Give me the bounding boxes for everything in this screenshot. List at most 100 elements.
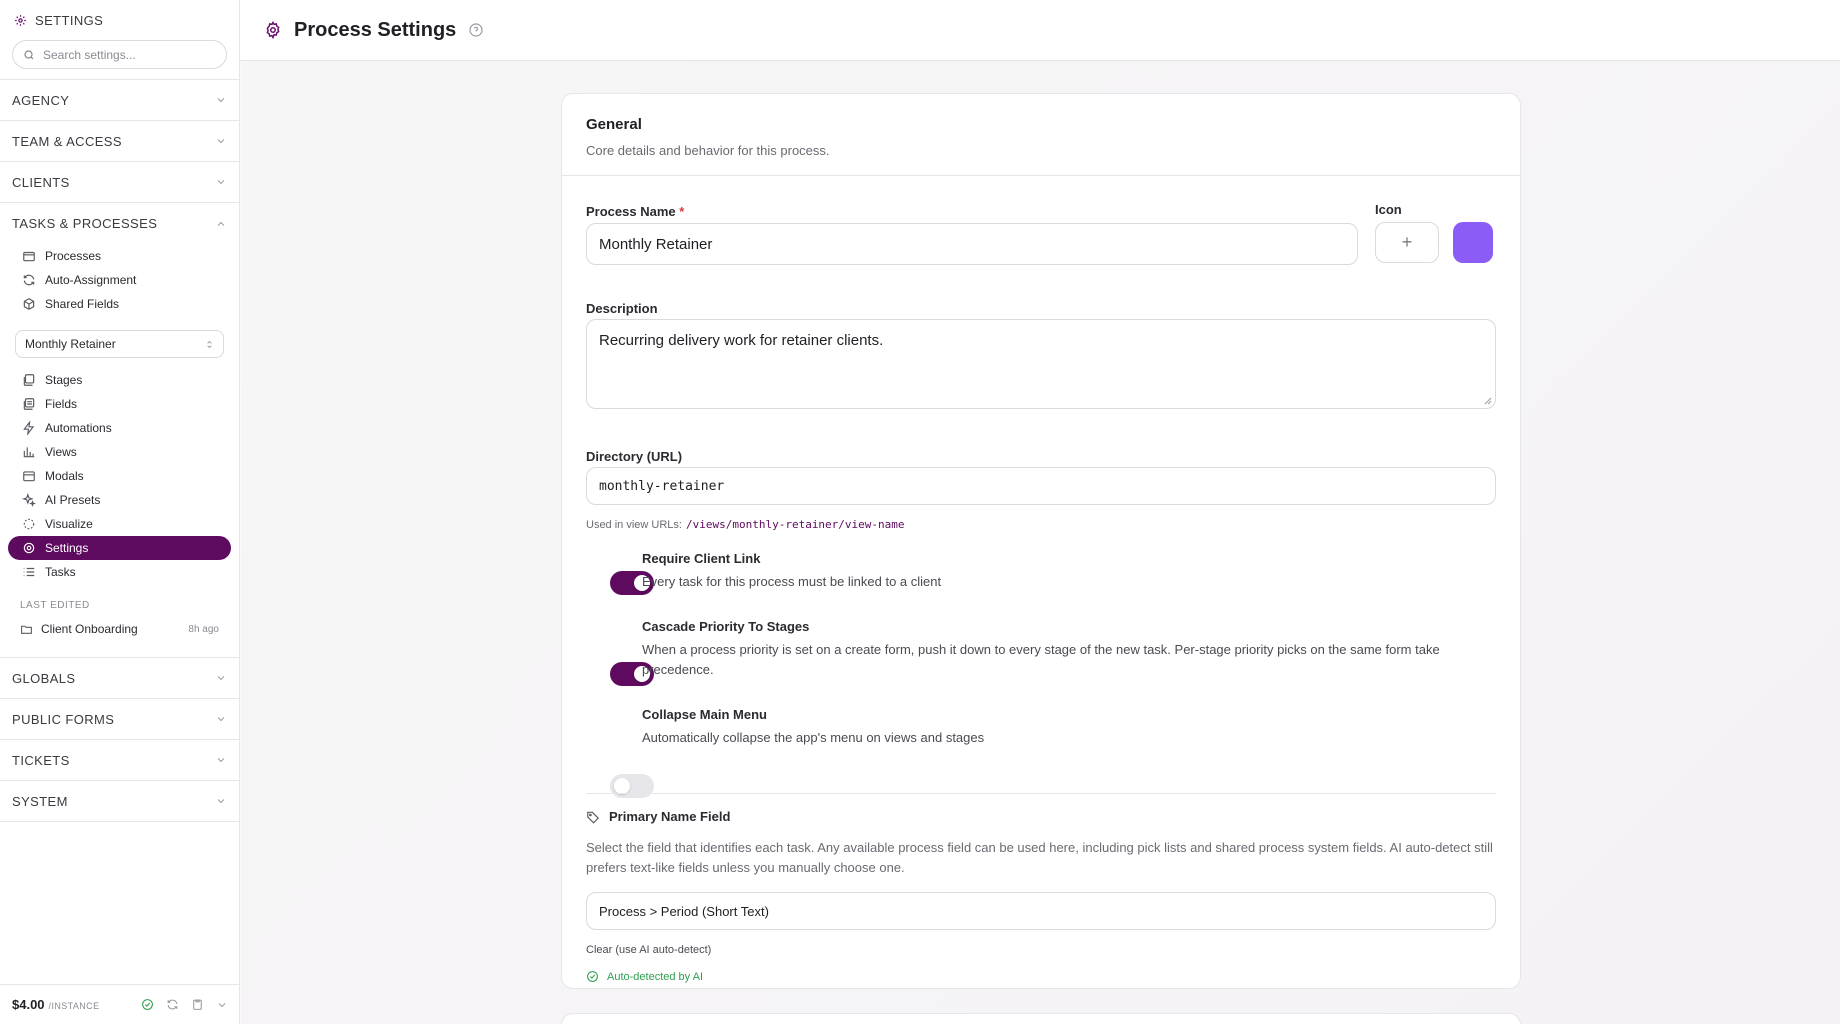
sidebar-item-visualize[interactable]: Visualize [12, 512, 227, 536]
list-icon [23, 567, 35, 577]
sidebar-item-views[interactable]: Views [12, 440, 227, 464]
process-name-label-text: Process Name [586, 204, 676, 219]
description-textarea[interactable]: Recurring delivery work for retainer cli… [586, 319, 1496, 409]
folder-icon [23, 251, 35, 262]
chevron-down-icon [217, 180, 225, 185]
directory-input[interactable]: monthly-retainer [586, 467, 1496, 505]
folder-icon [21, 625, 32, 634]
sidebar-item-shared-fields[interactable]: Shared Fields [12, 292, 227, 316]
clear-auto-detect-link[interactable]: Clear (use AI auto-detect) [586, 944, 711, 956]
search-box[interactable] [12, 40, 227, 69]
gear-icon [266, 21, 280, 39]
form-icon [23, 398, 35, 410]
sidebar-footer: $4.00 /INSTANCE [0, 984, 240, 1024]
window-icon [23, 471, 35, 482]
sidebar-title: SETTINGS [14, 12, 227, 28]
icon-picker-button[interactable]: + [1375, 222, 1439, 263]
sidebar-item-auto-assignment[interactable]: Auto-Assignment [12, 268, 227, 292]
required-mark: * [679, 204, 685, 219]
sidebar-item-label: Automations [45, 421, 112, 435]
refresh-icon[interactable] [166, 998, 179, 1011]
section-agency[interactable]: AGENCY [0, 80, 239, 121]
gear-icon [23, 542, 35, 554]
section-system[interactable]: SYSTEM [0, 781, 239, 822]
chevron-updown-icon [207, 340, 212, 348]
chevron-down-icon[interactable] [216, 999, 228, 1011]
primary-name-select[interactable]: Process > Period (Short Text) [586, 892, 1496, 930]
process-select-value: Monthly Retainer [25, 337, 116, 351]
chevron-down-icon [217, 799, 225, 804]
search-icon [24, 49, 34, 59]
resize-handle-icon[interactable] [1484, 397, 1492, 405]
sidebar-item-label: Views [45, 445, 77, 459]
sparkles-icon [22, 493, 36, 507]
description-label: Description [586, 301, 658, 316]
sidebar-item-label: Tasks [45, 565, 76, 579]
sidebar-item-automations[interactable]: Automations [12, 416, 227, 440]
toggle-title: Cascade Priority To Stages [642, 619, 810, 634]
price-value: $4.00 [12, 997, 45, 1012]
section-title: General [586, 116, 642, 133]
sidebar-item-modals[interactable]: Modals [12, 464, 227, 488]
chevron-down-icon [217, 98, 225, 103]
page-title: Process Settings [294, 18, 457, 41]
section-clients[interactable]: CLIENTS [0, 162, 239, 203]
help-icon[interactable] [468, 22, 484, 38]
sidebar: SETTINGS AGENCY TEAM & ACCESS CLIENTS TA… [0, 0, 240, 1024]
auto-detected-label: Auto-detected by AI [607, 970, 704, 983]
divider [586, 793, 1496, 794]
section-tickets[interactable]: TICKETS [0, 740, 239, 781]
directory-hint-text: Used in view URLs: [586, 518, 682, 531]
main-content: General Core details and behavior for th… [241, 61, 1840, 1024]
sidebar-item-tasks[interactable]: Tasks [12, 560, 227, 584]
toggle-title: Collapse Main Menu [642, 707, 767, 722]
process-name-input[interactable] [586, 223, 1358, 265]
check-circle-icon[interactable] [141, 998, 154, 1011]
toggle-title: Require Client Link [642, 551, 761, 566]
bar-chart-icon [23, 447, 35, 458]
sidebar-item-stages[interactable]: Stages [12, 368, 227, 392]
section-label: TASKS & PROCESSES [12, 216, 158, 231]
sidebar-item-processes[interactable]: Processes [12, 244, 227, 268]
price-unit: /INSTANCE [48, 1001, 100, 1011]
layers-icon [23, 374, 35, 386]
clipboard-icon[interactable] [191, 998, 204, 1011]
sidebar-header: SETTINGS [0, 0, 239, 80]
icon-color-swatch[interactable] [1453, 222, 1493, 263]
last-edited-item[interactable]: Client Onboarding 8h ago [12, 617, 227, 641]
tasks-processes-submenu: Processes Auto-Assignment Shared Fields … [0, 244, 239, 658]
icon-label: Icon [1375, 202, 1402, 217]
tag-icon [587, 811, 600, 824]
bolt-icon [23, 421, 35, 435]
section-label: SYSTEM [12, 793, 68, 809]
footer-icons [141, 998, 228, 1011]
refresh-icon [23, 274, 35, 286]
collapse-main-menu-toggle[interactable] [610, 774, 654, 798]
chevron-down-icon [217, 717, 225, 722]
cube-icon [23, 298, 35, 310]
auto-detected-status: Auto-detected by AI [586, 970, 703, 983]
primary-name-description: Select the field that identifies each ta… [586, 840, 1493, 875]
sidebar-item-label: Auto-Assignment [45, 273, 137, 287]
sidebar-item-settings[interactable]: Settings [8, 536, 231, 560]
search-input[interactable] [43, 47, 213, 62]
section-public-forms[interactable]: PUBLIC FORMS [0, 699, 239, 740]
process-select[interactable]: Monthly Retainer [15, 330, 224, 358]
sidebar-item-label: Modals [45, 469, 84, 483]
section-team-access[interactable]: TEAM & ACCESS [0, 121, 239, 162]
section-label: GLOBALS [12, 670, 76, 686]
next-card [561, 1013, 1521, 1024]
section-globals[interactable]: GLOBALS [0, 658, 239, 699]
chevron-down-icon [217, 139, 225, 144]
sidebar-item-ai-presets[interactable]: AI Presets [12, 488, 227, 512]
directory-path: /views/monthly-retainer/view-name [685, 518, 905, 531]
last-edited-time: 8h ago [188, 623, 219, 635]
section-tasks-processes[interactable]: TASKS & PROCESSES [0, 203, 239, 244]
section-subtitle: Core details and behavior for this proce… [586, 143, 830, 158]
toggle-description: Automatically collapse the app's menu on… [642, 730, 985, 745]
directory-value: monthly-retainer [599, 478, 725, 494]
cascade-priority-text: Cascade Priority To Stages When a proces… [642, 619, 1492, 680]
section-label: CLIENTS [12, 174, 70, 190]
toggle-description: When a process priority is set on a crea… [642, 642, 1440, 677]
sidebar-item-fields[interactable]: Fields [12, 392, 227, 416]
